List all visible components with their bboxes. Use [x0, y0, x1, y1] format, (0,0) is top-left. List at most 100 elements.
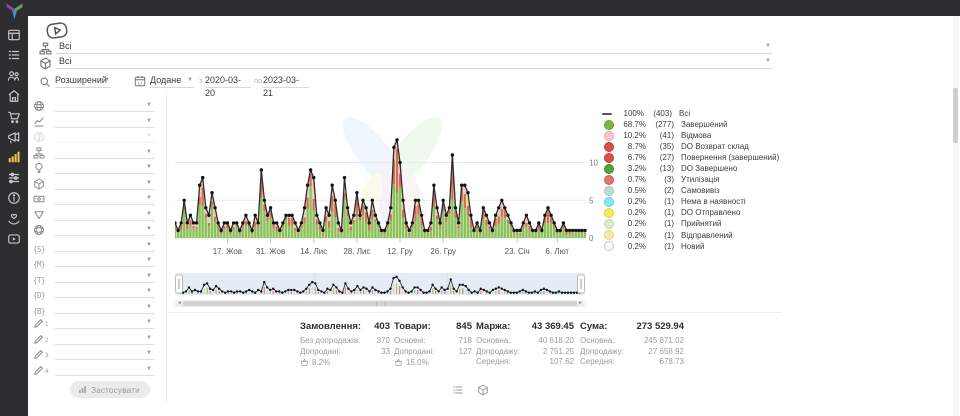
window-scrollbar-thumb[interactable]: [953, 88, 958, 143]
status-bar: [458, 228, 460, 238]
funnel-icon: [33, 208, 45, 220]
status-bar: [578, 232, 580, 238]
basket-icon: [300, 358, 309, 367]
status-bar: [396, 149, 398, 193]
product-filter-select[interactable]: Всі ▼: [56, 55, 772, 69]
scroll-right-icon[interactable]: ►: [578, 300, 583, 307]
orders-chart[interactable]: 0510: [175, 98, 605, 250]
legend-item[interactable]: 10.2%(41)Відмова: [602, 130, 787, 141]
filter-select-var-M[interactable]: ▼: [55, 254, 155, 267]
sidebar-item-store[interactable]: [7, 89, 21, 103]
filter-select-bulb[interactable]: ▼: [55, 161, 155, 174]
legend-item[interactable]: 8.7%(35)DO Возврат склад: [602, 141, 787, 152]
sidebar-item-analytics[interactable]: [7, 150, 21, 164]
apply-button[interactable]: Застосувати: [70, 381, 150, 398]
status-bar: [183, 210, 185, 238]
status-bar: [175, 227, 176, 230]
data-point: [352, 214, 355, 217]
filter-select-help[interactable]: ▼: [55, 130, 155, 143]
sidebar-item-tutorials[interactable]: [7, 232, 21, 246]
legend-count: (1): [646, 242, 674, 251]
filter-select-funnel[interactable]: ▼: [55, 208, 155, 221]
filter-select-pencil-4[interactable]: ▼: [55, 363, 155, 376]
screencast-hint-button[interactable]: [45, 21, 69, 41]
app-logo[interactable]: [4, 1, 25, 20]
chevron-down-icon: ▼: [146, 211, 152, 217]
data-point: [204, 206, 207, 209]
search-mode-select[interactable]: Розширений ▼: [55, 74, 111, 88]
filter-select-money[interactable]: ▼: [55, 192, 155, 205]
window-scrollbar[interactable]: [953, 16, 958, 416]
filter-select-var-S[interactable]: ▼: [55, 239, 155, 252]
legend-percent: 0.2%: [614, 208, 646, 217]
status-bar: [257, 227, 259, 238]
data-point: [300, 221, 303, 224]
x-axis-label: 14. Лис: [292, 247, 336, 256]
filter-select-sitemap[interactable]: ▼: [55, 146, 155, 159]
status-bar: [559, 232, 561, 233]
date-to-input[interactable]: 2023-03-21: [263, 74, 309, 88]
legend-swatch: [604, 219, 614, 229]
status-filter-select[interactable]: Всі ▼: [56, 40, 772, 54]
legend-item[interactable]: 68.7%(277)Завершений: [602, 119, 787, 130]
sidebar-item-loyalty[interactable]: [7, 212, 21, 226]
sidebar-item-customers[interactable]: [7, 69, 21, 83]
chart-range-brush[interactable]: [175, 271, 585, 298]
filter-select-pencil-1[interactable]: ▼: [55, 316, 155, 329]
date-from-input[interactable]: 2020-03-20: [205, 74, 251, 88]
data-point: [500, 199, 503, 202]
legend-item[interactable]: 3.2%(13)DO Завершено: [602, 163, 787, 174]
filter-select-var-B[interactable]: ▼: [55, 301, 155, 314]
chart-horizontal-scrollbar[interactable]: ◄ ►: [175, 300, 585, 307]
product-box-icon: [39, 57, 52, 70]
status-bar: [245, 221, 247, 225]
box-icon: [33, 177, 45, 189]
legend-item[interactable]: 0.7%(3)Утилізація: [602, 174, 787, 185]
legend-item[interactable]: 100%(403)Всі: [602, 108, 787, 119]
data-point: [445, 214, 448, 217]
status-bar: [491, 232, 493, 233]
scroll-left-icon[interactable]: ◄: [177, 300, 182, 307]
chevron-down-icon: ▼: [146, 118, 152, 124]
sidebar-item-orders[interactable]: [7, 48, 21, 62]
legend-percent: 0.2%: [614, 231, 646, 240]
legend-item[interactable]: 0.2%(1)Нема в наявності: [602, 196, 787, 207]
summary-sub-label: Основна:: [580, 336, 614, 347]
filter-select-trend[interactable]: ▼: [55, 115, 155, 128]
legend-swatch: [604, 131, 614, 141]
sidebar-item-cart[interactable]: [7, 110, 21, 124]
sidebar-item-settings[interactable]: [7, 171, 21, 185]
filter-select-globe-grid[interactable]: ▼: [55, 223, 155, 236]
funnel-icon: [33, 208, 45, 220]
legend-item[interactable]: 0.2%(1)Відправлений: [602, 230, 787, 241]
data-point: [463, 184, 466, 187]
data-point: [405, 221, 408, 224]
data-point: [220, 229, 223, 232]
filter-select-var-T[interactable]: ▼: [55, 270, 155, 283]
legend-item[interactable]: 6.7%(27)Повернення (завершений): [602, 152, 787, 163]
brush-handle-left[interactable]: [176, 275, 183, 293]
basket-icon: [394, 358, 403, 367]
legend-item[interactable]: 0.2%(1)Новий: [602, 241, 787, 252]
filter-select-box[interactable]: ▼: [55, 177, 155, 190]
product-view-toggle[interactable]: [477, 384, 489, 396]
sidebar-item-info[interactable]: [7, 191, 21, 205]
status-bar: [328, 221, 330, 228]
brush-handle-right[interactable]: [578, 275, 585, 293]
legend-item[interactable]: 0.2%(1)DO Отправлено: [602, 207, 787, 218]
filter-select-pencil-2[interactable]: ▼: [55, 332, 155, 345]
legend-item[interactable]: 0.2%(1)Прийнятий: [602, 218, 787, 229]
filter-select-pencil-3[interactable]: ▼: [55, 347, 155, 360]
legend-item[interactable]: 0.5%(2)Самовивіз: [602, 185, 787, 196]
category-tree-icon: [39, 42, 52, 55]
date-field-select[interactable]: Додане ▼: [150, 74, 194, 88]
filter-select-var-D[interactable]: ▼: [55, 285, 155, 298]
data-point: [284, 214, 287, 217]
sidebar-item-dashboard[interactable]: [7, 28, 21, 42]
filter-select-globe[interactable]: ▼: [55, 99, 155, 112]
scrollbar-thumb[interactable]: [183, 301, 577, 306]
legend-percent: 10.2%: [614, 131, 646, 140]
sidebar-item-marketing[interactable]: [7, 130, 21, 144]
list-view-toggle[interactable]: [452, 384, 464, 396]
braces-letter: {M}: [33, 260, 45, 269]
